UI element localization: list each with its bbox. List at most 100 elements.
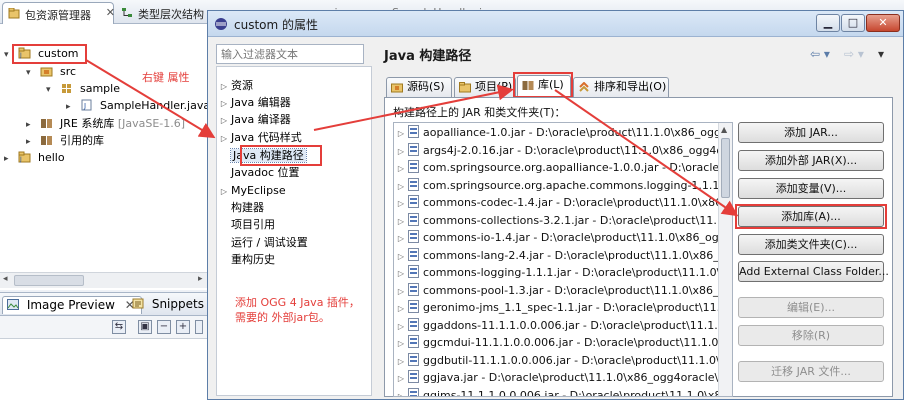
remove-button[interactable]: 移除(R) [738, 325, 884, 346]
collapse-icon[interactable]: ▾ [26, 65, 36, 81]
tab-snippets[interactable]: Snippets [132, 297, 204, 315]
list-item[interactable]: ▷ com.springsource.org.apache.commons.log… [394, 177, 732, 195]
expand-icon[interactable]: ▷ [394, 265, 408, 282]
expand-icon[interactable]: ▷ [394, 388, 408, 396]
maximize-button[interactable]: □ [841, 14, 865, 32]
list-item[interactable]: ▷ aopalliance-1.0.jar - D:\oracle\product… [394, 124, 728, 141]
add-class-folder-button[interactable]: 添加类文件夹(C)... [738, 234, 884, 255]
expand-icon[interactable]: ▷ [394, 318, 408, 335]
expand-icon[interactable]: ▷ [394, 300, 408, 317]
list-item[interactable]: ▷ geronimo-jms_1.1_spec-1.1.jar - D:\orac… [394, 299, 732, 317]
list-item[interactable]: ▷ com.springsource.org.aopalliance-1.0.0.… [394, 159, 730, 176]
tree-item-src[interactable]: ▾ src [26, 64, 76, 80]
list-item[interactable]: ▷ commons-lang-2.4.jar - D:\oracle\produc… [394, 247, 732, 264]
dialog-titlebar[interactable]: custom 的属性 ▁ □ ✕ [208, 11, 903, 37]
back-icon[interactable]: ⇦ ▾ [810, 47, 830, 61]
jar-list-scrollbar[interactable]: ▲ [718, 123, 732, 396]
tab-source-label: 源码(S) [407, 80, 445, 93]
list-item[interactable]: ▷ commons-logging-1.1.1.jar - D:\oracle\p… [394, 264, 732, 282]
expand-icon[interactable]: ▷ [394, 178, 408, 195]
nav-item-myeclipse[interactable]: ▷ MyEclipse [217, 182, 286, 199]
add-external-jar-button[interactable]: 添加外部 JAR(X)... [738, 150, 884, 171]
add-jar-button[interactable]: 添加 JAR... [738, 122, 884, 143]
tab-source[interactable]: 源码(S) [386, 77, 452, 97]
expand-icon[interactable]: ▸ [66, 99, 76, 115]
migrate-jar-button[interactable]: 迁移 JAR 文件... [738, 361, 884, 382]
list-item[interactable]: ▷ ggaddons-11.1.1.0.0.006.jar - D:\oracle… [394, 317, 732, 335]
expand-icon[interactable]: ▷ [394, 213, 408, 230]
nav-item-builders[interactable]: 构建器 [217, 199, 264, 216]
zoom-in-icon[interactable]: + [176, 320, 190, 334]
tab-type-hierarchy-label: 类型层次结构 [138, 8, 204, 21]
scrollbar-thumb[interactable] [721, 138, 730, 198]
tree-item-samplehandler[interactable]: ▸ J SampleHandler.java [66, 98, 210, 114]
expand-icon[interactable]: ▷ [394, 230, 408, 247]
tree-item-referenced-libs[interactable]: ▸ 引用的库 [26, 133, 104, 149]
list-item[interactable]: ▷ commons-pool-1.3.jar - D:\oracle\produc… [394, 282, 732, 299]
expand-icon[interactable]: ▷ [394, 143, 408, 160]
expand-icon[interactable]: ▷ [394, 335, 408, 352]
nav-item-run-debug-settings[interactable]: 运行 / 调试设置 [217, 234, 308, 251]
tree-item-hello[interactable]: ▸ J hello [4, 150, 65, 166]
tab-order-export[interactable]: 排序和导出(O) [573, 77, 669, 97]
expand-icon[interactable]: ▷ [217, 183, 231, 200]
list-item[interactable]: ▷ commons-io-1.4.jar - D:\oracle\product\… [394, 229, 732, 247]
list-item[interactable]: ▷ commons-codec-1.4.jar - D:\oracle\produ… [394, 194, 732, 212]
list-item[interactable]: ▷ commons-collections-3.2.1.jar - D:\orac… [394, 212, 732, 230]
expand-icon[interactable]: ▷ [217, 78, 231, 95]
expand-icon[interactable]: ▷ [394, 125, 408, 142]
add-variable-button[interactable]: 添加变量(V)... [738, 178, 884, 199]
add-external-class-folder-button[interactable]: Add External Class Folder... [738, 261, 889, 282]
list-item[interactable]: ▷ args4j-2.0.16.jar - D:\oracle\product\1… [394, 142, 728, 159]
expand-icon[interactable]: ▷ [394, 353, 408, 370]
list-item[interactable]: ▷ ggjava.jar - D:\oracle\product\11.1.0\x… [394, 369, 732, 386]
expand-icon[interactable]: ▷ [394, 248, 408, 265]
nav-item-java-editor[interactable]: ▷ Java 编辑器 [217, 94, 291, 111]
expand-icon[interactable]: ▷ [394, 195, 408, 212]
collapse-icon[interactable]: ▾ [46, 82, 56, 98]
list-item[interactable]: ▷ ggcmdui-11.1.1.0.0.006.jar - D:\oracle\… [394, 334, 732, 352]
tab-package-explorer[interactable]: 包资源管理器 ✕ [2, 2, 115, 24]
expand-icon[interactable]: ▷ [394, 160, 408, 177]
tree-item-sample[interactable]: ▾ sample [46, 81, 120, 97]
horizontal-scrollbar[interactable]: ◂ ▸ [0, 272, 210, 288]
view-menu-icon[interactable]: ▾ [878, 47, 884, 61]
expand-icon[interactable]: ▸ [26, 134, 36, 150]
nav-item-project-references[interactable]: 项目引用 [217, 216, 275, 233]
expand-icon[interactable]: ▸ [26, 117, 36, 133]
jar-item-label: com.springsource.org.aopalliance-1.0.0.j… [423, 161, 730, 174]
edit-button[interactable]: 编辑(E)... [738, 297, 884, 318]
scroll-right-icon[interactable]: ▸ [198, 274, 203, 284]
close-icon[interactable]: ✕ [106, 6, 115, 19]
expand-icon[interactable]: ▷ [217, 95, 231, 112]
expand-icon[interactable]: ▷ [217, 112, 231, 129]
forward-icon[interactable]: ⇨ ▾ [844, 47, 864, 61]
expand-icon[interactable]: ▷ [394, 283, 408, 300]
tab-projects[interactable]: 项目(P) [454, 77, 516, 97]
nav-item-java-code-style[interactable]: ▷ Java 代码样式 [217, 129, 302, 146]
scrollbar-thumb[interactable] [14, 275, 84, 286]
list-item[interactable]: ▷ ggdbutil-11.1.1.0.0.006.jar - D:\oracle… [394, 352, 732, 370]
zoom-reset-icon[interactable] [195, 320, 203, 334]
close-button[interactable]: ✕ [866, 14, 900, 32]
list-item[interactable]: ▷ ggjms-11.1.1.0.0.006.jar - D:\oracle\pr… [394, 387, 728, 396]
minimize-button[interactable]: ▁ [816, 14, 840, 32]
jar-list[interactable]: ▷ aopalliance-1.0.jar - D:\oracle\product… [393, 122, 733, 397]
nav-item-refactoring-history[interactable]: 重构历史 [217, 251, 275, 268]
fit-image-icon[interactable]: ▣ [138, 320, 152, 334]
scroll-up-icon[interactable]: ▲ [721, 125, 727, 134]
tab-image-preview[interactable]: Image Preview ✕ [2, 296, 142, 314]
filter-input[interactable] [216, 44, 364, 64]
expand-icon[interactable]: ▷ [394, 370, 408, 387]
tab-type-hierarchy[interactable]: 类型层次结构 [116, 2, 212, 24]
scroll-left-icon[interactable]: ◂ [3, 274, 8, 284]
nav-item-resource[interactable]: ▷ 资源 [217, 77, 253, 94]
zoom-out-icon[interactable]: − [157, 320, 171, 334]
expand-icon[interactable]: ▷ [217, 130, 231, 147]
expand-icon[interactable]: ▸ [4, 151, 14, 167]
nav-item-javadoc-location[interactable]: Javadoc 位置 [217, 164, 300, 181]
tree-item-jre[interactable]: ▸ JRE 系统库 [JavaSE-1.6] [26, 116, 185, 132]
sync-icon[interactable]: ⇆ [112, 320, 126, 334]
nav-item-java-compiler[interactable]: ▷ Java 编译器 [217, 111, 291, 128]
nav-item-label: Javadoc 位置 [231, 166, 300, 179]
